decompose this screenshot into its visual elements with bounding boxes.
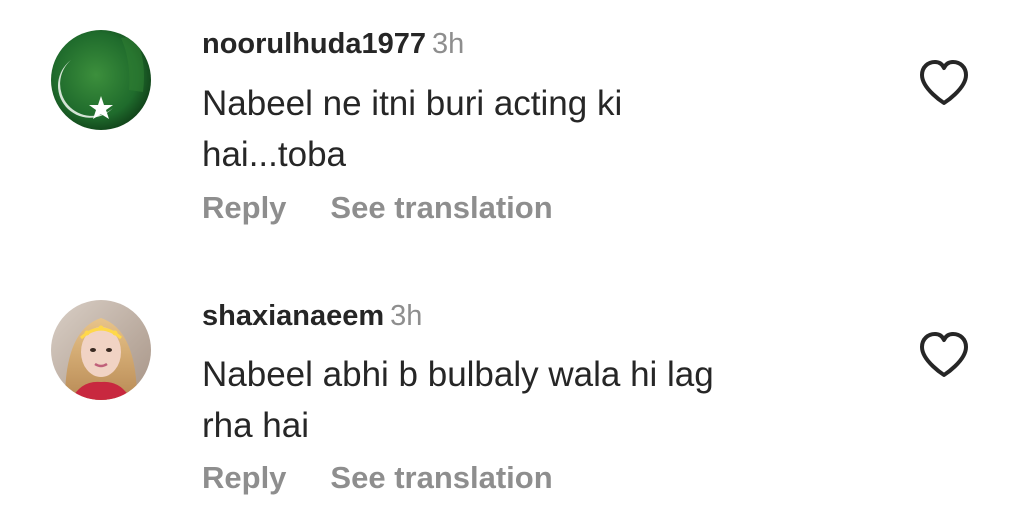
pakistan-flag-avatar-icon — [51, 30, 151, 130]
comment-text: Nabeel ne itni buri acting ki hai...toba — [202, 84, 623, 174]
comment-header: shaxianaeem 3h — [202, 300, 422, 333]
reply-button[interactable]: Reply — [202, 460, 286, 495]
like-button[interactable] — [918, 331, 970, 379]
comment-actions: Reply See translation — [202, 190, 553, 226]
avatar[interactable] — [51, 30, 151, 130]
username-link[interactable]: noorulhuda1977 — [202, 28, 426, 60]
avatar[interactable] — [51, 300, 151, 400]
comment-timestamp: 3h — [390, 300, 423, 332]
comment-text: Nabeel abhi b bulbaly wala hi lag rha ha… — [202, 355, 714, 445]
see-translation-button[interactable]: See translation — [330, 190, 552, 225]
reply-button[interactable]: Reply — [202, 190, 286, 225]
comment-item: shaxianaeem 3h Nabeel abhi b bulbaly wala… — [0, 264, 1024, 529]
comment-item: noorulhuda1977 3h Nabeel ne itni buri act… — [0, 0, 1024, 264]
like-button[interactable] — [918, 59, 970, 107]
user-photo-avatar-icon — [51, 300, 151, 400]
heart-outline-icon — [920, 332, 968, 377]
username-link[interactable]: shaxianaeem — [202, 300, 384, 332]
see-translation-button[interactable]: See translation — [330, 460, 552, 495]
heart-outline-icon — [920, 60, 968, 105]
comment-actions: Reply See translation — [202, 460, 553, 496]
comment-header: noorulhuda1977 3h — [202, 28, 464, 61]
comment-timestamp: 3h — [432, 28, 465, 60]
